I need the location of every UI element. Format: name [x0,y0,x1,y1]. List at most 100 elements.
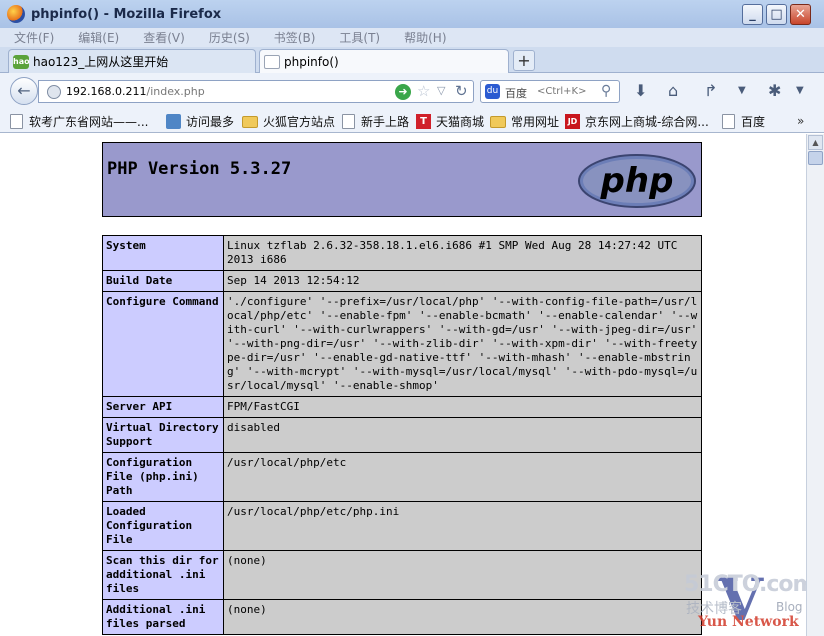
bookmark-getting-started[interactable]: 新手上路 [342,113,409,130]
search-engine-label: 百度 [505,87,527,100]
tab-label: hao123_上网从这里开始 [33,55,169,69]
row-value: FPM/FastCGI [223,396,702,418]
page-icon [10,114,23,129]
download-icon[interactable]: ⬇ [634,81,647,100]
table-row: System Linux tzflab 2.6.32-358.18.1.el6.i… [102,235,702,271]
bookmark-baidu[interactable]: 百度 [722,113,765,130]
search-input[interactable]: <Ctrl+K> [537,86,587,97]
svg-text:php: php [600,161,674,201]
bookmark-label: 天猫商城 [436,115,485,129]
bookmark-label: 京东网上商城-综合网... [585,115,709,129]
row-key: Additional .ini files parsed [102,599,224,635]
back-button[interactable]: ← [10,77,38,105]
bookmark-ruankao[interactable]: 软考广东省网站——... [10,113,148,130]
tab-strip: hao hao123_上网从这里开始 phpinfo() + [0,47,824,74]
bookmarks-toolbar: 软考广东省网站——... 访问最多 火狐官方站点 新手上路 T 天猫商城 常用网址… [0,109,824,133]
table-row: Loaded Configuration File/usr/local/php/… [102,501,702,551]
baidu-icon[interactable]: du [485,84,500,99]
tab-label: phpinfo() [284,55,339,69]
tab-phpinfo[interactable]: phpinfo() [259,49,509,74]
php-version-header: PHP Version 5.3.27 php [102,142,702,217]
menu-history[interactable]: 历史(S) [209,29,250,46]
addon-bug-icon[interactable]: ✱ [768,81,781,100]
search-bar[interactable]: du 百度 <Ctrl+K> ⚲ [480,80,620,103]
row-key: Virtual Directory Support [102,417,224,453]
chevron-down-icon[interactable]: ▼ [738,85,746,96]
url-bar[interactable]: 192.168.0.211/index.php ➜ ☆ ▽ ↻ [38,80,474,103]
scroll-up-arrow-icon[interactable]: ▲ [808,135,823,150]
php-version-title: PHP Version 5.3.27 [107,159,292,179]
row-key: Loaded Configuration File [102,501,224,551]
bookmark-star-icon[interactable]: ☆ [417,82,430,100]
row-value: Sep 14 2013 12:54:12 [223,270,702,292]
minimize-button[interactable]: _ [742,4,763,25]
bookmark-most-visited[interactable]: 访问最多 [166,113,234,130]
menu-tools[interactable]: 工具(T) [339,29,380,46]
bookmark-label: 软考广东省网站——... [29,115,149,129]
row-value: (none) [223,550,702,600]
bookmark-tmall[interactable]: T 天猫商城 [416,113,484,130]
row-value: /usr/local/php/etc/php.ini [223,501,702,551]
php-logo-icon: php [578,154,696,208]
table-row: Additional .ini files parsed (none) [102,599,702,635]
maximize-button[interactable]: □ [766,4,787,25]
url-text[interactable]: 192.168.0.211/index.php [66,85,205,98]
page-content: PHP Version 5.3.27 php System Linux tzfla… [0,134,806,636]
bookmarks-overflow-button[interactable]: » [797,114,804,128]
row-key: Build Date [102,270,224,292]
page-icon [342,114,355,129]
page-icon [264,55,280,69]
home-icon[interactable]: ⌂ [668,81,678,100]
history-dropdown-icon[interactable]: ▽ [437,84,445,97]
bookmark-jd[interactable]: JD 京东网上商城-综合网... [565,113,709,130]
hao123-icon: hao [13,54,30,69]
go-arrow-icon[interactable]: ➜ [395,84,411,100]
bookmark-label: 访问最多 [186,115,235,129]
menu-help[interactable]: 帮助(H) [404,29,446,46]
globe-icon [47,85,61,99]
menu-file[interactable]: 文件(F) [14,29,54,46]
bookmark-label: 火狐官方站点 [263,115,336,129]
bookmark-label: 新手上路 [361,115,410,129]
url-path: /index.php [146,85,205,98]
reload-icon[interactable]: ↻ [455,82,468,100]
most-visited-icon [166,114,181,129]
row-key: Configure Command [102,291,224,397]
tab-hao123[interactable]: hao hao123_上网从这里开始 [8,49,256,73]
window-title: phpinfo() - Mozilla Firefox [31,6,222,22]
bookmark-firefox-sites[interactable]: 火狐官方站点 [242,113,335,130]
page-icon [722,114,735,129]
row-value: (none) [223,599,702,635]
window-titlebar: phpinfo() - Mozilla Firefox _ □ ✕ [0,0,824,28]
folder-icon [490,115,506,128]
row-value: './configure' '--prefix=/usr/local/php' … [223,291,702,397]
php-info-table: System Linux tzflab 2.6.32-358.18.1.el6.i… [102,235,702,635]
table-row: Configuration File (php.ini) Path/usr/lo… [102,452,702,502]
table-row: Server API FPM/FastCGI [102,396,702,418]
chevron-down-icon[interactable]: ▼ [796,85,804,96]
table-row: Scan this dir for additional .ini files(… [102,550,702,600]
row-key: Scan this dir for additional .ini files [102,550,224,600]
row-key: Configuration File (php.ini) Path [102,452,224,502]
close-button[interactable]: ✕ [790,4,811,25]
folder-icon [242,115,258,128]
menu-view[interactable]: 查看(V) [143,29,185,46]
menu-bar: 文件(F) 编辑(E) 查看(V) 历史(S) 书签(B) 工具(T) 帮助(H… [0,28,824,47]
row-value: /usr/local/php/etc [223,452,702,502]
row-value: Linux tzflab 2.6.32-358.18.1.el6.i686 #1… [223,235,702,271]
search-magnifier-icon[interactable]: ⚲ [601,83,611,99]
new-tab-button[interactable]: + [513,50,535,71]
row-key: Server API [102,396,224,418]
menu-edit[interactable]: 编辑(E) [78,29,119,46]
menu-bookmarks[interactable]: 书签(B) [274,29,316,46]
url-host: 192.168.0.211 [66,85,147,98]
row-key: System [102,235,224,271]
firefox-icon [7,5,25,23]
watermark-logo: V 51CTO.com 技术博客 Blog Yun Network [684,566,806,634]
table-row: Configure Command './configure' '--prefix… [102,291,702,397]
tmall-icon: T [416,114,431,129]
share-icon[interactable]: ↱ [704,81,717,100]
scroll-thumb[interactable] [808,151,823,165]
vertical-scrollbar[interactable]: ▲ [806,134,824,636]
bookmark-common-sites[interactable]: 常用网址 [490,113,559,130]
